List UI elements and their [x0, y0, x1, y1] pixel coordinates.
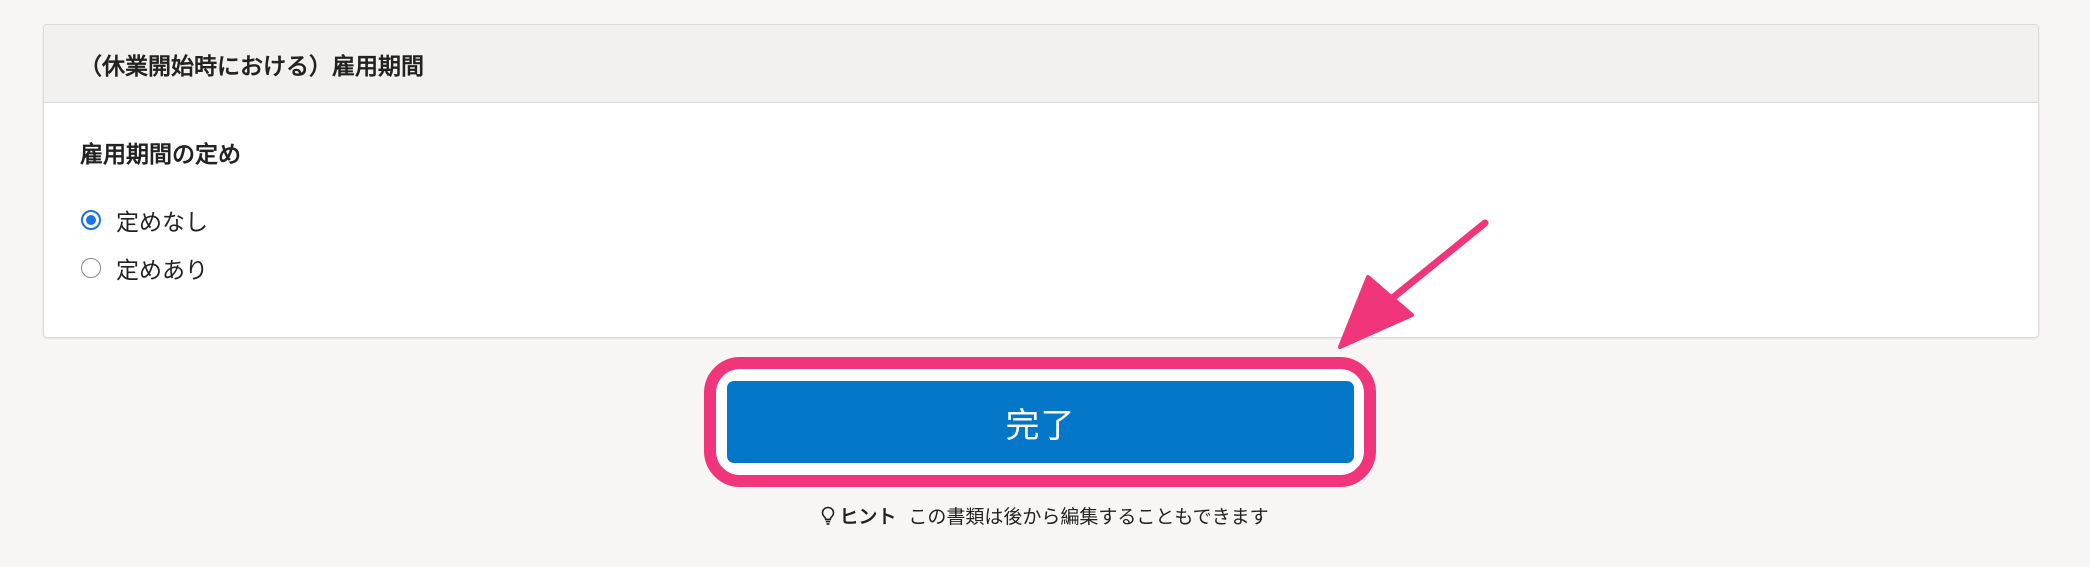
radio-option-fixed-term[interactable]: 定めあり [81, 251, 208, 285]
field-label: 雇用期間の定め [80, 142, 241, 168]
lightbulb-icon [821, 506, 835, 526]
hint-title: ヒント [839, 506, 897, 528]
radio-button[interactable] [81, 258, 101, 278]
radio-option-no-term[interactable]: 定めなし [81, 203, 208, 237]
employment-period-card: （休業開始時における）雇用期間 雇用期間の定め 定めなし 定めあり [43, 24, 2039, 338]
hint: ヒント この書類は後から編集することもできます [0, 502, 2090, 529]
radio-option-label: 定めなし [116, 210, 208, 236]
done-button[interactable]: 完了 [727, 381, 1354, 463]
section-header: （休業開始時における）雇用期間 [44, 25, 2038, 103]
radio-option-label: 定めあり [116, 258, 208, 284]
radio-button-selected[interactable] [81, 210, 101, 230]
section-title: （休業開始時における）雇用期間 [79, 53, 424, 80]
hint-text: この書類は後から編集することもできます [908, 506, 1269, 528]
